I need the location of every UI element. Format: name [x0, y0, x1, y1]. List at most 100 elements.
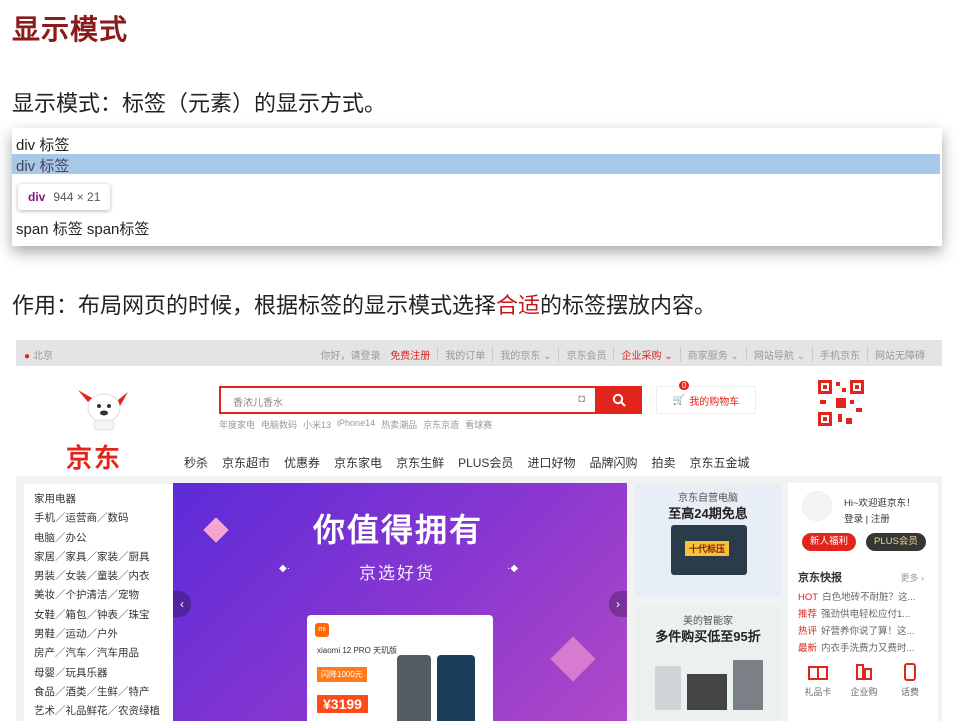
- hot-word[interactable]: 热卖潮品: [381, 418, 417, 431]
- nav-item[interactable]: 京东超市: [222, 454, 270, 471]
- appliance-image: [655, 666, 681, 710]
- logo-text: 京东: [66, 443, 123, 473]
- promo-line1: 美的智能家: [683, 616, 733, 627]
- service-phone-bill[interactable]: 话费: [890, 663, 930, 698]
- nav-item[interactable]: 秒杀: [184, 454, 208, 471]
- nav-item[interactable]: 拍卖: [651, 454, 675, 471]
- cart-label: 我的购物车: [689, 396, 740, 408]
- search-button[interactable]: [596, 386, 642, 414]
- camera-icon[interactable]: ◘: [578, 393, 585, 405]
- price-tag: ¥3199: [317, 695, 368, 713]
- category-item[interactable]: 食品／酒类／生鲜／特产: [34, 683, 174, 702]
- category-item[interactable]: 电脑／办公: [34, 529, 174, 548]
- jd-logo[interactable]: 京东: [56, 382, 156, 473]
- next-arrow-icon[interactable]: ›: [609, 591, 627, 617]
- category-item[interactable]: 母婴／玩具乐器: [34, 664, 174, 683]
- product-card[interactable]: mi xiaomi 12 PRO 天玑版 闪降1000元 ¥3199: [307, 615, 493, 721]
- product-name: xiaomi 12 PRO 天玑版: [317, 646, 398, 655]
- nav-item[interactable]: 京东生鲜: [396, 454, 444, 471]
- intro-text: 显示模式：标签（元素）的显示方式。: [12, 92, 387, 117]
- news-text: 强劲供电轻松应付1...: [821, 609, 911, 620]
- news-tag: 推荐: [798, 609, 818, 620]
- category-item[interactable]: 家居／家具／家装／厨具: [34, 548, 174, 567]
- promo-laptop[interactable]: 京东自营电脑 至高24期免息 十代标压: [635, 483, 781, 597]
- hero-banner[interactable]: 你值得拥有 ◆· 京选好货 ·◆ mi xiaomi 12 PRO 天玑版 闪降…: [173, 483, 627, 721]
- mi-logo: mi: [315, 623, 329, 637]
- div-line-1: div 标签: [16, 137, 70, 154]
- banner-subtitle: 京选好货: [359, 564, 435, 583]
- location[interactable]: ● 北京: [24, 347, 53, 362]
- service-label: 企业购: [850, 687, 878, 697]
- tooltip-tag: div: [28, 190, 46, 204]
- news-text: 白色地砖不耐脏？这...: [822, 592, 916, 603]
- dots-decoration: ·◆: [507, 563, 519, 574]
- category-item[interactable]: 男鞋／运动／户外: [34, 625, 174, 644]
- enterprise-icon: [856, 664, 872, 680]
- prev-arrow-icon[interactable]: ‹: [173, 591, 191, 617]
- news-tag: 最新: [798, 643, 818, 654]
- new-user-button[interactable]: 新人福利: [802, 533, 857, 551]
- cart-icon: 🛒: [672, 394, 686, 406]
- jd-header: 京东 香浓儿香水 ◘ 年度家电 电脑数码 小米13 iPhone14 热卖潮品 …: [16, 366, 942, 476]
- phone-image: [397, 655, 431, 721]
- service-giftcard[interactable]: 礼品卡: [798, 663, 838, 698]
- category-item[interactable]: 家用电器: [34, 490, 174, 509]
- topbar-link[interactable]: 网站无障碍: [867, 347, 932, 362]
- plus-member-button[interactable]: PLUS会员: [866, 533, 926, 551]
- topbar-link[interactable]: 手机京东: [812, 347, 867, 362]
- news-tag: 热评: [798, 626, 818, 637]
- flash-tag: 闪降1000元: [317, 667, 367, 682]
- hot-word[interactable]: 年度家电: [219, 418, 255, 431]
- news-more-link[interactable]: 更多 ›: [901, 571, 925, 584]
- login-register-link[interactable]: 登录 | 注册: [844, 511, 890, 525]
- hot-word[interactable]: 京东京造: [423, 418, 459, 431]
- register-link[interactable]: 免费注册: [390, 351, 430, 362]
- nav-item[interactable]: PLUS会员: [458, 454, 513, 471]
- service-enterprise[interactable]: 企业购: [844, 663, 884, 698]
- nav-item[interactable]: 京东家电: [334, 454, 382, 471]
- topbar-link[interactable]: 我的订单: [437, 347, 492, 362]
- tooltip-size: 944 × 21: [53, 190, 101, 204]
- topbar-link[interactable]: 网站导航 ⌄: [745, 347, 812, 362]
- topbar-link[interactable]: 商家服务 ⌄: [679, 347, 746, 362]
- topbar-link[interactable]: 企业采购 ⌄: [613, 347, 679, 362]
- category-item[interactable]: 女鞋／箱包／钟表／珠宝: [34, 606, 174, 625]
- promo-appliance[interactable]: 美的智能家 多件购买低至95折: [635, 606, 781, 721]
- topbar-link[interactable]: 我的京东 ⌄: [492, 347, 558, 362]
- news-item[interactable]: 最新 内衣手洗费力又费时...: [798, 640, 914, 654]
- topbar-link[interactable]: 京东会员: [558, 347, 613, 362]
- slide-title: 显示模式: [12, 13, 129, 46]
- news-text: 好营养你说了算！这...: [821, 626, 915, 637]
- search-input[interactable]: 香浓儿香水 ◘: [219, 386, 597, 414]
- cart-count: 0: [679, 381, 690, 390]
- topbar-link[interactable]: 你好，请登录 免费注册: [307, 347, 438, 362]
- news-item[interactable]: 热评 好营养你说了算！这...: [798, 623, 914, 637]
- greeting: Hi~欢迎逛京东！: [844, 498, 916, 509]
- category-item[interactable]: 手机／运营商／数码: [34, 509, 174, 528]
- nav-item[interactable]: 京东五金城: [689, 454, 749, 471]
- div-line-2: div 标签: [16, 158, 70, 175]
- span-line: span 标签 span标签: [16, 221, 150, 238]
- news-item[interactable]: HOT 白色地砖不耐脏？这...: [798, 589, 915, 603]
- hot-word[interactable]: 电脑数码: [261, 418, 297, 431]
- category-item[interactable]: 男装／女装／童装／内衣: [34, 567, 174, 586]
- avatar[interactable]: [802, 491, 832, 521]
- news-title: 京东快报: [798, 572, 842, 584]
- promo-line2: 多件购买低至95折: [655, 629, 761, 644]
- diamond-decoration: [203, 517, 229, 543]
- news-item[interactable]: 推荐 强劲供电轻松应付1...: [798, 606, 910, 620]
- cart-button[interactable]: 🛒 0 我的购物车: [656, 381, 756, 414]
- category-item[interactable]: 房产／汽车／汽车用品: [34, 644, 174, 663]
- news-text: 内衣手洗费力又费时...: [821, 643, 915, 654]
- nav-item[interactable]: 进口好物: [527, 454, 575, 471]
- gift-card-icon: [808, 666, 828, 680]
- hot-word[interactable]: 看球赛: [465, 418, 492, 431]
- hot-word[interactable]: 小米13: [303, 418, 331, 431]
- nav-item[interactable]: 品牌闪购: [589, 454, 637, 471]
- location-text: 北京: [33, 351, 54, 362]
- category-item[interactable]: 艺术／礼品鲜花／农资绿植: [34, 702, 174, 721]
- category-item[interactable]: 美妆／个护清洁／宠物: [34, 586, 174, 605]
- nav-item[interactable]: 优惠券: [284, 454, 320, 471]
- hot-word[interactable]: iPhone14: [337, 418, 375, 431]
- main-nav: 秒杀 京东超市 优惠券 京东家电 京东生鲜 PLUS会员 进口好物 品牌闪购 拍…: [184, 454, 750, 471]
